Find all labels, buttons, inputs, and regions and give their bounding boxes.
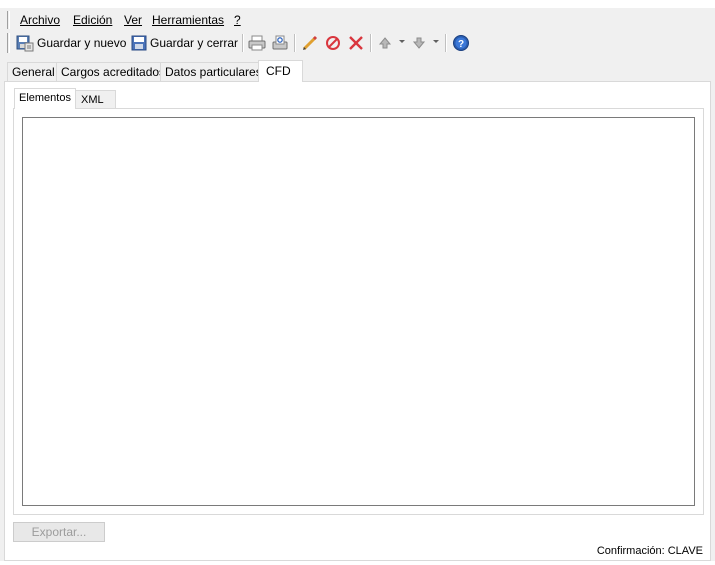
move-up-icon — [378, 37, 392, 49]
menu-help[interactable]: ? — [234, 12, 241, 28]
tab-general[interactable]: General — [7, 62, 57, 82]
elements-view[interactable] — [22, 117, 695, 506]
tab-cargos-acreditados-label: Cargos acreditados — [61, 65, 166, 79]
window: Archivo Edición Ver Herramientas ? Guard… — [0, 0, 715, 565]
print-icon — [248, 35, 266, 51]
tab-cargos-acreditados[interactable]: Cargos acreditados — [56, 62, 165, 82]
delete-button[interactable] — [347, 32, 365, 54]
move-down-icon — [412, 37, 426, 49]
menu-archivo[interactable]: Archivo — [20, 12, 60, 28]
svg-text:?: ? — [458, 39, 464, 50]
tab-cfd[interactable]: CFD — [258, 60, 303, 82]
menu-edicion-label: Edición — [73, 13, 113, 27]
move-up-dropdown-arrow-icon[interactable] — [399, 40, 405, 43]
toolbar-grip[interactable] — [7, 33, 10, 53]
save-close-label: Guardar y cerrar — [150, 36, 239, 50]
delete-icon — [349, 36, 363, 50]
move-up-button[interactable] — [377, 32, 393, 54]
tab-elementos-label: Elementos — [19, 92, 71, 104]
save-new-button[interactable]: Guardar y nuevo — [16, 32, 126, 54]
outer-tab-strip: General Cargos acreditados Datos particu… — [0, 60, 715, 82]
menu-edicion[interactable]: Edición — [73, 12, 112, 28]
edit-icon — [302, 35, 318, 51]
confirmation-status: Confirmación: CLAVE — [596, 545, 703, 557]
menu-ver-label: Ver — [124, 13, 143, 27]
menu-archivo-label: Archivo — [20, 13, 61, 27]
print-preview-icon — [272, 35, 288, 50]
menu-herramientas-label: Herramientas — [152, 13, 225, 27]
export-button[interactable]: Exportar... — [13, 522, 105, 542]
tab-xml-label: XML — [81, 94, 104, 106]
toolbar-separator — [445, 34, 447, 52]
save-close-button[interactable]: Guardar y cerrar — [131, 32, 238, 54]
tab-cfd-label: CFD — [266, 64, 291, 78]
menu-herramientas[interactable]: Herramientas — [152, 12, 224, 28]
menu-bar: Archivo Edición Ver Herramientas ? — [0, 8, 715, 30]
toolbar: Guardar y nuevo Guardar y cerrar ? — [0, 30, 715, 56]
tab-datos-particulares[interactable]: Datos particulares — [160, 62, 262, 82]
menu-grip[interactable] — [7, 11, 10, 29]
menu-ver[interactable]: Ver — [124, 12, 142, 28]
tab-general-label: General — [12, 65, 55, 79]
save-close-icon — [131, 35, 147, 51]
print-preview-button[interactable] — [271, 32, 289, 54]
cancel-icon — [326, 36, 340, 50]
tab-elementos[interactable]: Elementos — [14, 88, 76, 109]
window-top-edge — [0, 0, 715, 8]
toolbar-separator — [294, 34, 296, 52]
window-bottom-edge — [0, 561, 715, 565]
menu-help-label: ? — [234, 13, 241, 27]
tab-datos-particulares-label: Datos particulares — [165, 65, 262, 79]
help-icon: ? — [453, 35, 469, 51]
tab-xml[interactable]: XML — [75, 90, 116, 109]
toolbar-separator — [370, 34, 372, 52]
edit-button[interactable] — [301, 32, 319, 54]
save-new-icon — [16, 35, 34, 52]
move-down-button[interactable] — [411, 32, 427, 54]
toolbar-separator — [242, 34, 244, 52]
cancel-button[interactable] — [324, 32, 342, 54]
help-button[interactable]: ? — [452, 32, 470, 54]
print-button[interactable] — [248, 32, 266, 54]
move-down-dropdown-arrow-icon[interactable] — [433, 40, 439, 43]
save-new-label: Guardar y nuevo — [37, 36, 127, 50]
